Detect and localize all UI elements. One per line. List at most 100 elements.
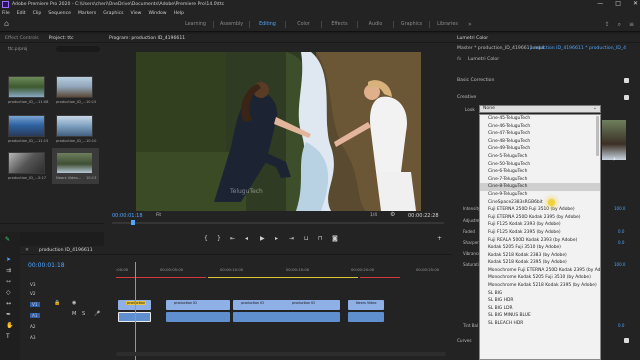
playhead-handle-icon[interactable] — [131, 220, 135, 225]
track-label-a3[interactable]: A3 — [30, 335, 36, 340]
look-option[interactable]: Monochrome Kodak 5218 Kodak 2395 (by Ado… — [480, 282, 600, 290]
play-icon[interactable]: ▶ — [260, 235, 265, 242]
look-option[interactable]: Monochrome Fuji ETERNA 250D Kodak 2395 (… — [480, 267, 600, 275]
basic-correction-checkbox[interactable] — [624, 78, 629, 83]
look-option-highlighted[interactable]: Cine-8-TeluguTech — [480, 183, 600, 191]
curves-checkbox[interactable] — [624, 338, 629, 343]
look-select[interactable]: None ⌄ — [479, 105, 601, 113]
sequence-clip-label[interactable]: production ID_4196611 * production_ID_4 — [530, 46, 626, 51]
workspace-learning[interactable]: Learning — [178, 22, 213, 27]
mark-in-icon[interactable]: { — [204, 235, 208, 242]
home-icon[interactable]: ⌂ — [4, 20, 13, 28]
mic-icon[interactable]: 🎤 — [94, 311, 100, 317]
look-option[interactable]: Cine-6-TeluguTech — [480, 168, 600, 176]
program-video-frame[interactable] — [136, 52, 421, 211]
ripple-edit-icon[interactable]: ⇿ — [6, 278, 11, 285]
intensity-value[interactable]: 100.0 — [614, 206, 625, 211]
workspace-effects[interactable]: Effects — [322, 22, 357, 27]
look-option[interactable]: Fuji ETERNA 250D Kodak 2395 (by Adobe) — [480, 214, 600, 222]
look-option[interactable]: Cine-47-TeluguTech — [480, 130, 600, 138]
project-search-input[interactable] — [56, 46, 100, 52]
look-option[interactable]: Fuji REALA 500D Kodak 2393 (by Adobe) — [480, 237, 600, 245]
look-option[interactable]: SL BIG LDR — [480, 305, 600, 313]
more-workspaces-icon[interactable]: » — [468, 21, 472, 28]
timeline-playhead[interactable] — [135, 262, 136, 360]
saturation-value[interactable]: 100.0 — [614, 262, 625, 267]
search-icon[interactable]: ⌕ — [618, 21, 621, 29]
look-option[interactable]: SL BLEACH HDR — [480, 320, 600, 328]
lock-icon[interactable]: 🔒 — [54, 300, 60, 306]
menu-graphics[interactable]: Graphics — [103, 11, 123, 16]
program-timecode[interactable]: 00:00:01:18 — [112, 213, 143, 219]
wrench-tool-icon[interactable]: ✎ — [5, 236, 10, 243]
fit-dropdown[interactable]: Fit — [156, 213, 161, 218]
step-back-icon[interactable]: ◂ — [245, 235, 248, 242]
track-label-v2[interactable]: V2 — [30, 291, 36, 296]
timeline-clip-v1[interactable]: Nears Video — [348, 300, 384, 310]
menu-view[interactable]: View — [131, 11, 142, 16]
timeline-clip-v1[interactable]: production ID — [166, 300, 230, 310]
mark-out-icon[interactable]: } — [217, 235, 221, 242]
look-option[interactable]: Cine-49-TeluguTech — [480, 145, 600, 153]
mute-icon[interactable]: M — [72, 311, 76, 317]
look-option[interactable]: Cine-48-TeluguTech — [480, 138, 600, 146]
look-option[interactable]: Cine-9-TeluguTech — [480, 191, 600, 199]
preview-next-icon[interactable]: › — [613, 155, 616, 163]
timeline-clip-a1[interactable] — [348, 312, 384, 322]
track-label-v1[interactable]: V1 — [30, 302, 40, 307]
lift-icon[interactable]: ⊔ — [304, 235, 309, 242]
clip-thumbnail[interactable] — [8, 76, 45, 98]
extract-icon[interactable]: ⊓ — [318, 235, 323, 242]
tint-balance-value[interactable]: 0.0 — [618, 323, 624, 328]
pen-tool-icon[interactable]: ✒ — [6, 311, 11, 318]
timeline-timecode[interactable]: 00:00:01:18 — [28, 262, 65, 269]
timeline-scrollbar[interactable] — [116, 352, 446, 356]
menu-sequence[interactable]: Sequence — [48, 11, 71, 16]
playhead-bar[interactable] — [112, 222, 444, 224]
go-to-out-icon[interactable]: ⇥ — [289, 235, 294, 242]
look-option[interactable]: Cine-5-TeluguTech — [480, 153, 600, 161]
basic-correction-section[interactable]: Basic Correction — [457, 78, 494, 83]
minimize-button[interactable]: — — [597, 0, 603, 7]
selection-tool-icon[interactable]: ➤ — [6, 256, 11, 263]
look-option[interactable]: Kodak 5205 Fuji 3510 (by Adobe) — [480, 244, 600, 252]
share-icon[interactable]: ⇪ — [605, 21, 610, 29]
look-dropdown-list[interactable]: Cine-45-TeluguTech Cine-46-TeluguTech Ci… — [479, 114, 601, 360]
curves-section[interactable]: Curves — [457, 338, 472, 343]
tab-effect-controls[interactable]: Effect Controls — [5, 36, 39, 41]
look-preview-thumbnail[interactable] — [602, 120, 626, 160]
clip-thumbnail[interactable] — [56, 115, 93, 137]
program-monitor-title[interactable]: Program: production ID_4196611 — [109, 36, 185, 41]
workspace-libraries[interactable]: Libraries — [430, 22, 465, 27]
timeline-clip-a1[interactable] — [166, 312, 230, 322]
timeline-ruler[interactable]: :00:00 00:00:05:00 00:00:10:00 00:00:15:… — [116, 262, 446, 276]
timeline-clip-v1[interactable]: production ID — [284, 300, 340, 310]
tab-project[interactable]: Project: ttc — [49, 36, 74, 41]
workspace-audio[interactable]: Audio — [358, 22, 393, 27]
sharpen-value[interactable]: 0.0 — [618, 240, 624, 245]
clip-thumbnail[interactable] — [8, 115, 45, 137]
look-option[interactable]: Monochrome Kodak 5205 Fuji 3510 (by Adob… — [480, 274, 600, 282]
clip-thumbnail[interactable] — [8, 152, 45, 174]
workspace-assembly[interactable]: Assembly — [214, 22, 249, 27]
look-option[interactable]: Kodak 5218 Kodak 2383 (by Adobe) — [480, 252, 600, 260]
export-frame-icon[interactable]: ◙ — [332, 235, 338, 242]
track-select-icon[interactable]: ⇉ — [6, 267, 11, 274]
look-option[interactable]: SL BIG MINUS BLUE — [480, 312, 600, 320]
hand-tool-icon[interactable]: ✋ — [6, 322, 13, 329]
look-option[interactable]: SL BIG — [480, 290, 600, 298]
resolution-dropdown[interactable]: 1/4 — [370, 213, 377, 218]
look-option[interactable]: Cine-46-TeluguTech — [480, 123, 600, 131]
clip-thumbnail[interactable] — [56, 152, 93, 174]
wrench-icon[interactable]: ⚙ — [390, 211, 395, 218]
workspace-color[interactable]: Color — [286, 22, 321, 27]
workspace-graphics[interactable]: Graphics — [394, 22, 429, 27]
track-label-v3[interactable]: V3 — [30, 282, 36, 287]
menu-file[interactable]: File — [2, 11, 10, 16]
menu-markers[interactable]: Markers — [78, 11, 96, 16]
menu-clip[interactable]: Clip — [33, 11, 42, 16]
workspace-editing[interactable]: Editing — [250, 22, 285, 27]
dropdown-scrollbar[interactable] — [596, 116, 599, 156]
look-option[interactable]: Cine-7-TeluguTech — [480, 176, 600, 184]
menu-help[interactable]: Help — [174, 11, 184, 16]
